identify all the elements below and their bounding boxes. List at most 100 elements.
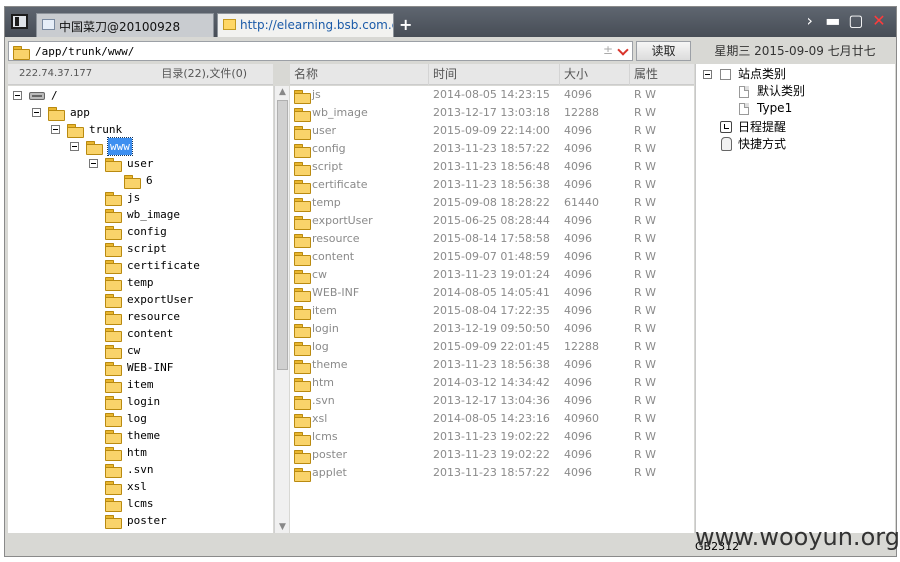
- connection-info-bar: 222.74.37.177 目录(22),文件(0): [8, 64, 273, 85]
- file-size: 40960: [564, 412, 599, 425]
- folder-icon: [294, 216, 311, 230]
- collapse-toggle-icon[interactable]: [32, 108, 41, 117]
- file-row[interactable]: script 2013-11-23 18:56:48 4096 R W: [290, 158, 694, 176]
- folder-icon: [86, 141, 103, 155]
- file-row[interactable]: js 2014-08-05 14:23:15 4096 R W: [290, 86, 694, 104]
- tab-main[interactable]: 中国菜刀@20100928: [36, 13, 214, 37]
- file-row[interactable]: htm 2014-03-12 14:34:42 4096 R W: [290, 374, 694, 392]
- file-size: 4096: [564, 160, 592, 173]
- folder-icon: [105, 379, 122, 393]
- tab-label: http://elearning.bsb.com.cn/...: [240, 18, 393, 32]
- site-tree-label: 站点类别: [738, 67, 787, 81]
- folder-icon: [105, 158, 122, 172]
- file-row[interactable]: xsl 2014-08-05 14:23:16 40960 R W: [290, 410, 694, 428]
- file-row[interactable]: exportUser 2015-06-25 08:28:44 4096 R W: [290, 212, 694, 230]
- file-row[interactable]: certificate 2013-11-23 18:56:38 4096 R W: [290, 176, 694, 194]
- file-attr: R W: [634, 250, 657, 263]
- column-time[interactable]: 时间: [429, 64, 560, 85]
- collapse-toggle-icon[interactable]: [13, 91, 22, 100]
- file-time: 2013-11-23 18:56:38: [433, 358, 550, 371]
- folder-icon: [105, 260, 122, 274]
- file-name: item: [312, 304, 337, 317]
- file-row[interactable]: applet 2013-11-23 18:57:22 4096 R W: [290, 464, 694, 482]
- file-row[interactable]: WEB-INF 2014-08-05 14:05:41 4096 R W: [290, 284, 694, 302]
- file-row[interactable]: wb_image 2013-12-17 13:03:18 12288 R W: [290, 104, 694, 122]
- ip-address: 222.74.37.177: [19, 68, 93, 79]
- chevron-down-icon[interactable]: [617, 44, 629, 56]
- folder-icon: [294, 288, 311, 302]
- tree-item-label: js: [127, 191, 141, 204]
- column-name[interactable]: 名称: [290, 64, 429, 85]
- file-time: 2014-08-05 14:23:16: [433, 412, 550, 425]
- window-icon: [42, 19, 55, 30]
- file-size: 4096: [564, 322, 592, 335]
- file-size: 4096: [564, 214, 592, 227]
- tree-item-label: trunk: [89, 123, 123, 136]
- file-row[interactable]: .svn 2013-12-17 13:04:36 4096 R W: [290, 392, 694, 410]
- tree-item-label: login: [127, 395, 161, 408]
- file-row[interactable]: login 2013-12-19 09:50:50 4096 R W: [290, 320, 694, 338]
- file-time: 2014-08-05 14:23:15: [433, 88, 550, 101]
- file-time: 2014-03-12 14:34:42: [433, 376, 550, 389]
- collapse-toggle-icon[interactable]: [703, 70, 712, 79]
- file-name: content: [312, 250, 355, 263]
- column-attributes[interactable]: 属性: [630, 64, 694, 85]
- file-row[interactable]: item 2015-08-04 17:22:35 4096 R W: [290, 302, 694, 320]
- file-size: 12288: [564, 340, 599, 353]
- column-size[interactable]: 大小: [560, 64, 630, 85]
- close-button[interactable]: ✕: [870, 11, 888, 30]
- collapse-toggle-icon[interactable]: [89, 159, 98, 168]
- scrollbar-thumb[interactable]: [277, 100, 288, 370]
- file-attr: R W: [634, 412, 657, 425]
- file-size: 4096: [564, 142, 592, 155]
- file-row[interactable]: theme 2013-11-23 18:56:38 4096 R W: [290, 356, 694, 374]
- read-button[interactable]: 读取: [636, 41, 691, 61]
- tree-item-label: temp: [127, 276, 154, 289]
- folder-icon: [294, 396, 311, 410]
- file-attr: R W: [634, 448, 657, 461]
- document-icon: [739, 86, 749, 98]
- maximize-button[interactable]: ▢: [847, 11, 865, 30]
- chevron-right-icon[interactable]: ›: [801, 11, 819, 30]
- file-row[interactable]: lcms 2013-11-23 19:02:22 4096 R W: [290, 428, 694, 446]
- tree-item-label: .svn: [127, 463, 154, 476]
- file-row[interactable]: resource 2015-08-14 17:58:58 4096 R W: [290, 230, 694, 248]
- file-attr: R W: [634, 178, 657, 191]
- new-tab-button[interactable]: +: [399, 15, 412, 34]
- file-name: log: [312, 340, 329, 353]
- file-attr: R W: [634, 268, 657, 281]
- file-attr: R W: [634, 106, 657, 119]
- file-name: WEB-INF: [312, 286, 360, 299]
- tree-item-label: wb_image: [127, 208, 180, 221]
- clock-icon: [720, 121, 732, 133]
- minimize-button[interactable]: ▬: [824, 11, 842, 30]
- tab-label: 中国菜刀@20100928: [59, 20, 181, 34]
- file-row[interactable]: poster 2013-11-23 19:02:22 4096 R W: [290, 446, 694, 464]
- scroll-up-icon[interactable]: ▲: [276, 86, 289, 98]
- folder-icon: [105, 345, 122, 359]
- file-row[interactable]: config 2013-11-23 18:57:22 4096 R W: [290, 140, 694, 158]
- file-name: htm: [312, 376, 334, 389]
- date-display: 星期三 2015-09-09 七月廿七: [714, 44, 876, 58]
- file-row[interactable]: temp 2015-09-08 18:28:22 61440 R W: [290, 194, 694, 212]
- tree-item-label: theme: [127, 429, 161, 442]
- plus-minus-icon[interactable]: ±: [603, 43, 613, 57]
- scroll-down-icon[interactable]: ▼: [276, 521, 289, 533]
- tree-scrollbar[interactable]: ▲ ▼: [274, 86, 289, 533]
- file-name: script: [312, 160, 343, 173]
- collapse-toggle-icon[interactable]: [70, 142, 79, 151]
- file-row[interactable]: log 2015-09-09 22:01:45 12288 R W: [290, 338, 694, 356]
- file-row[interactable]: content 2015-09-07 01:48:59 4096 R W: [290, 248, 694, 266]
- file-attr: R W: [634, 124, 657, 137]
- tree-item-label: app: [70, 106, 90, 119]
- file-row[interactable]: user 2015-09-09 22:14:00 4096 R W: [290, 122, 694, 140]
- path-input[interactable]: [35, 43, 595, 59]
- file-time: 2013-12-17 13:04:36: [433, 394, 550, 407]
- file-attr: R W: [634, 232, 657, 245]
- folder-icon: [105, 362, 122, 376]
- file-row[interactable]: cw 2013-11-23 19:01:24 4096 R W: [290, 266, 694, 284]
- folder-icon: [67, 124, 84, 138]
- tab-file-manager[interactable]: http://elearning.bsb.com.cn/...: [217, 13, 394, 37]
- file-name: theme: [312, 358, 348, 371]
- collapse-toggle-icon[interactable]: [51, 125, 60, 134]
